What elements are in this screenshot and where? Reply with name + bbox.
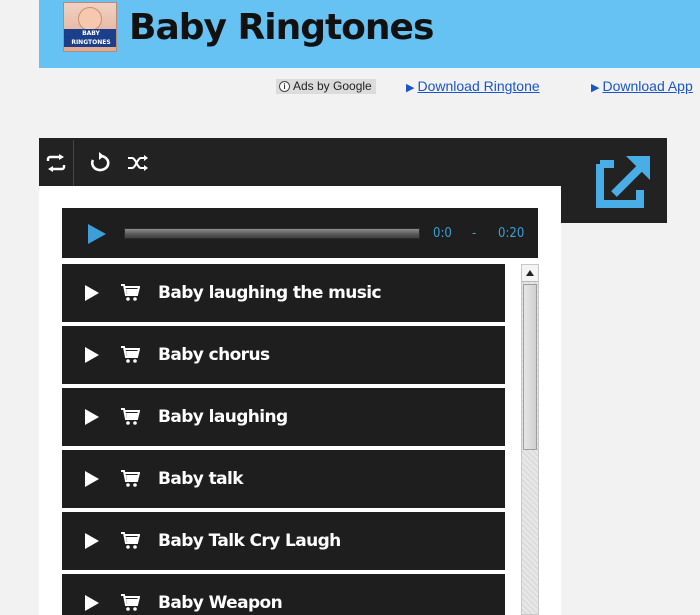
cart-icon[interactable] (120, 406, 140, 426)
track-item[interactable]: Baby Talk Cry Laugh (62, 512, 505, 570)
shuffle-button[interactable] (124, 148, 152, 178)
cart-icon[interactable] (120, 530, 140, 550)
track-title: Baby Talk Cry Laugh (158, 531, 341, 551)
playlist-scrollbar[interactable] (521, 264, 539, 615)
scrollbar-thumb[interactable] (523, 284, 537, 450)
scroll-up-button[interactable] (522, 265, 538, 282)
play-icon[interactable] (84, 408, 100, 426)
play-icon[interactable] (84, 470, 100, 488)
ads-by-google-badge[interactable]: i Ads by Google (276, 79, 376, 94)
download-ringtone-link[interactable]: ▶ Download Ringtone (406, 78, 540, 97)
play-triangle-icon: ▶ (406, 82, 415, 94)
play-icon[interactable] (86, 222, 108, 246)
info-icon: i (279, 81, 290, 92)
track-title: Baby talk (158, 469, 244, 489)
track-item[interactable]: Baby laughing (62, 388, 505, 446)
cart-icon[interactable] (120, 344, 140, 364)
progress-bar[interactable] (124, 228, 420, 239)
ads-badge-label: Ads by Google (293, 79, 372, 93)
site-logo[interactable]: BABY RINGTONES (63, 2, 117, 52)
replay-button[interactable] (86, 148, 114, 178)
control-divider (73, 140, 74, 186)
track-list: Baby laughing the music Baby chorus Baby… (62, 264, 505, 615)
cart-icon[interactable] (120, 592, 140, 612)
track-item[interactable]: Baby chorus (62, 326, 505, 384)
external-link-icon[interactable] (596, 150, 654, 208)
track-item[interactable]: Baby Weapon (62, 574, 505, 615)
shuffle-icon (128, 155, 148, 171)
track-item[interactable]: Baby laughing the music (62, 264, 505, 322)
download-app-label: Download App (602, 78, 693, 94)
replay-icon (91, 152, 110, 172)
download-app-link[interactable]: ▶ Download App (591, 78, 693, 97)
play-icon[interactable] (84, 284, 100, 302)
time-separator: - (472, 226, 477, 241)
track-item[interactable]: Baby talk (62, 450, 505, 508)
repeat-button[interactable] (42, 148, 70, 178)
cart-icon[interactable] (120, 468, 140, 488)
page: BABY RINGTONES Baby Ringtones i Ads by Go… (0, 0, 700, 615)
play-icon[interactable] (84, 532, 100, 550)
track-title: Baby chorus (158, 345, 270, 365)
logo-banner: BABY RINGTONES (64, 29, 116, 47)
duration: 0:20 (498, 226, 525, 241)
download-ringtone-label: Download Ringtone (417, 78, 540, 94)
site-header: BABY RINGTONES Baby Ringtones (39, 0, 700, 68)
baby-face-image (78, 7, 102, 31)
cart-icon[interactable] (120, 282, 140, 302)
track-title: Baby laughing (158, 407, 288, 427)
play-icon[interactable] (84, 594, 100, 612)
site-title: Baby Ringtones (129, 7, 434, 48)
repeat-icon (46, 154, 66, 172)
scroll-up-arrow-icon (526, 270, 534, 276)
track-title: Baby Weapon (158, 593, 283, 613)
play-icon[interactable] (84, 346, 100, 364)
current-time: 0:0 (433, 226, 452, 241)
play-triangle-icon: ▶ (591, 82, 600, 94)
track-title: Baby laughing the music (158, 283, 382, 303)
